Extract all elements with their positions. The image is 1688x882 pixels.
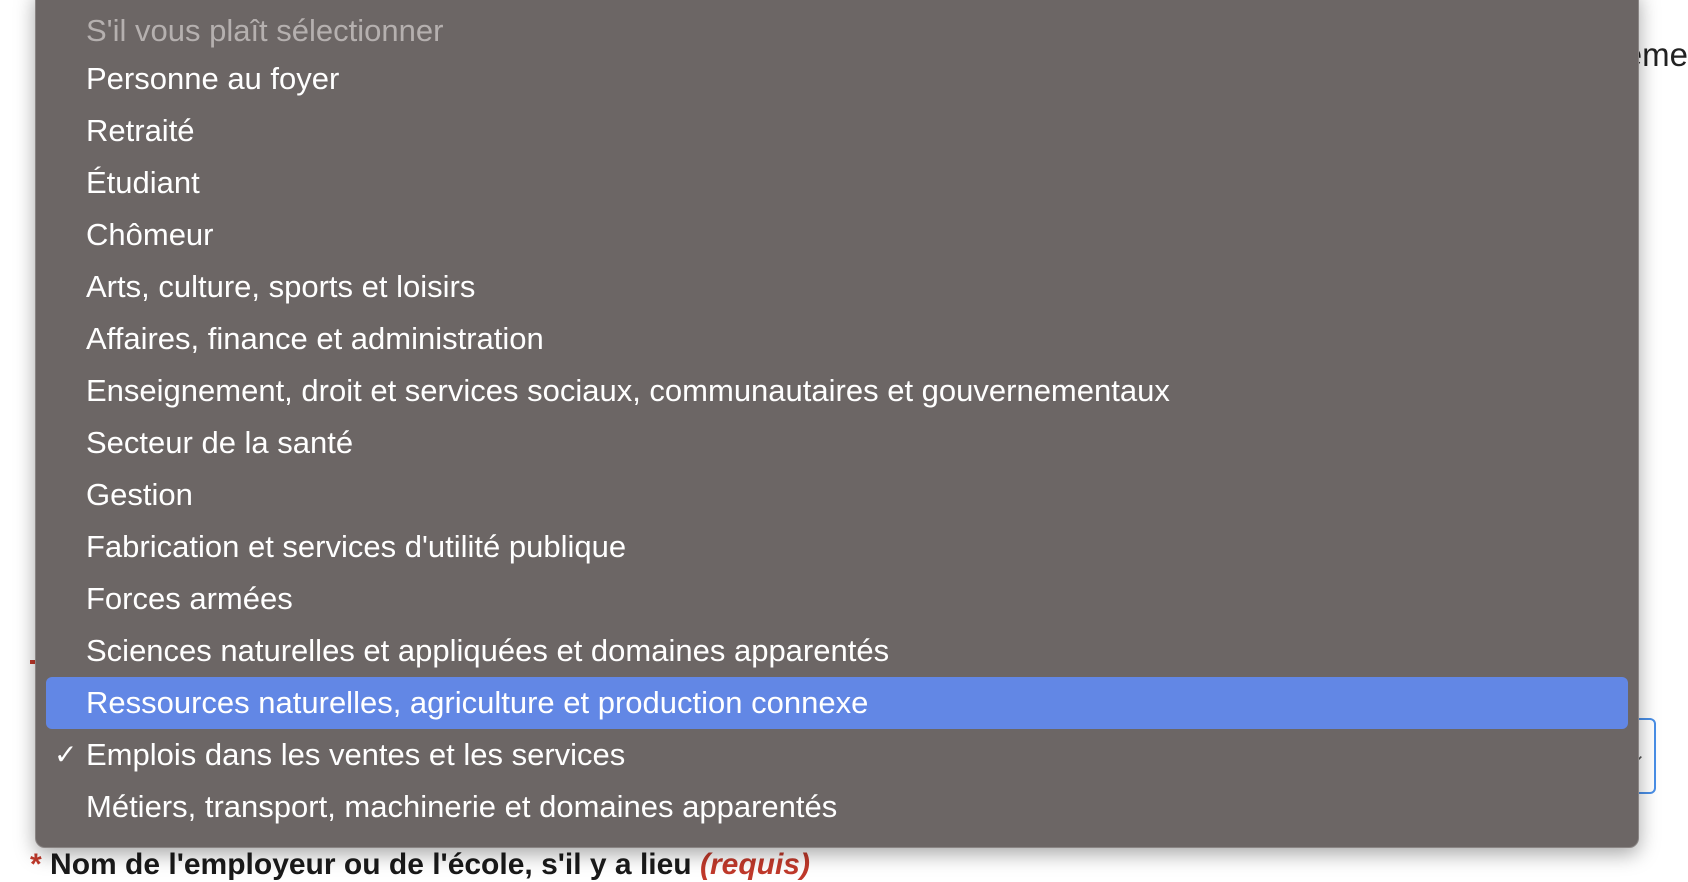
dropdown-option-selected[interactable]: ✓ Emplois dans les ventes et les service…: [46, 729, 1628, 781]
dropdown-option[interactable]: Sciences naturelles et appliquées et dom…: [46, 625, 1628, 677]
option-label: Personne au foyer: [86, 61, 340, 96]
option-label: Secteur de la santé: [86, 425, 354, 460]
option-label: Métiers, transport, machinerie et domain…: [86, 789, 838, 824]
dropdown-option[interactable]: Métiers, transport, machinerie et domain…: [46, 781, 1628, 833]
required-text: (requis): [699, 848, 810, 881]
option-label: Étudiant: [86, 165, 200, 200]
dropdown-option[interactable]: Chômeur: [46, 209, 1628, 261]
option-label: Chômeur: [86, 217, 214, 252]
option-label: Fabrication et services d'utilité publiq…: [86, 529, 627, 564]
dropdown-option[interactable]: Personne au foyer: [46, 53, 1628, 105]
dropdown-option[interactable]: Arts, culture, sports et loisirs: [46, 261, 1628, 313]
dropdown-option[interactable]: Étudiant: [46, 157, 1628, 209]
option-label: Affaires, finance et administration: [86, 321, 544, 356]
employer-field-label: * Nom de l'employeur ou de l'école, s'il…: [30, 848, 810, 882]
dropdown-option[interactable]: Enseignement, droit et services sociaux,…: [46, 365, 1628, 417]
option-label: Emplois dans les ventes et les services: [86, 737, 626, 772]
dropdown-option[interactable]: Fabrication et services d'utilité publiq…: [46, 521, 1628, 573]
dropdown-option[interactable]: Secteur de la santé: [46, 417, 1628, 469]
required-star: *: [30, 848, 42, 881]
dropdown-option-highlighted[interactable]: Ressources naturelles, agriculture et pr…: [46, 677, 1628, 729]
option-label: Gestion: [86, 477, 193, 512]
dropdown-placeholder: S'il vous plaît sélectionner: [86, 13, 444, 48]
option-label: Sciences naturelles et appliquées et dom…: [86, 633, 890, 668]
dropdown-option[interactable]: Forces armées: [46, 573, 1628, 625]
option-label: Forces armées: [86, 581, 293, 616]
occupation-dropdown-menu: S'il vous plaît sélectionner Personne au…: [35, 0, 1639, 848]
option-label: Retraité: [86, 113, 195, 148]
option-label: Ressources naturelles, agriculture et pr…: [86, 685, 869, 720]
dropdown-option[interactable]: Retraité: [46, 105, 1628, 157]
employer-label-text: Nom de l'employeur ou de l'école, s'il y…: [50, 848, 692, 881]
option-label: Arts, culture, sports et loisirs: [86, 269, 476, 304]
checkmark-icon: ✓: [54, 739, 78, 770]
dropdown-option[interactable]: Gestion: [46, 469, 1628, 521]
option-label: Enseignement, droit et services sociaux,…: [86, 373, 1170, 408]
dropdown-option[interactable]: Affaires, finance et administration: [46, 313, 1628, 365]
